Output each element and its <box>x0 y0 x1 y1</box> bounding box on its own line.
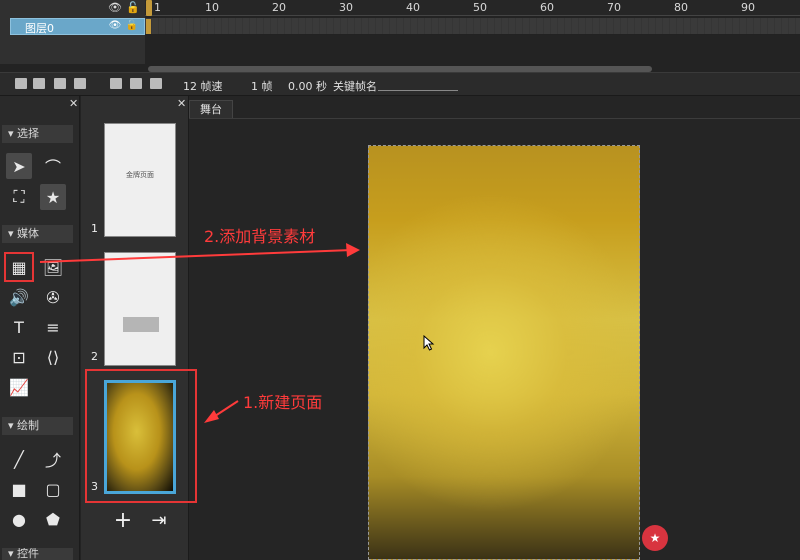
annotation-step-1: 1.新建页面 <box>243 393 323 412</box>
app-window: 👁 🔓 图层0 👁 🔓 1 10 20 30 40 50 60 70 80 90… <box>0 0 800 560</box>
annotation-arrows <box>39 243 360 423</box>
favorite-star-button[interactable]: ★ <box>642 525 668 551</box>
annotation-step-2: 2.添加背景素材 <box>204 227 316 246</box>
